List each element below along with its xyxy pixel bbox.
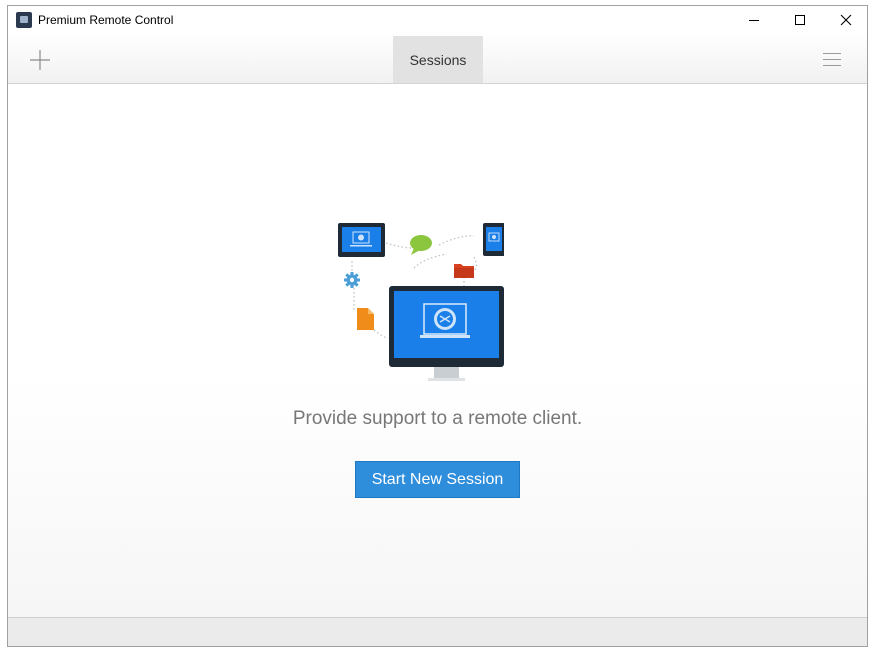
hamburger-menu-icon [823,53,841,66]
app-window: Premium Remote Control Sessions Provide … [7,5,868,647]
monitor-icon [389,286,504,381]
status-bar [8,617,867,646]
start-new-session-button[interactable]: Start New Session [355,461,520,498]
close-icon [840,14,852,26]
tab-sessions[interactable]: Sessions [393,36,483,83]
maximize-button[interactable] [777,6,823,34]
window-title: Premium Remote Control [38,13,174,27]
main-content: Provide support to a remote client. Star… [8,84,867,617]
tagline: Provide support to a remote client. [292,408,583,429]
phone-icon [483,223,504,256]
laptop-icon [338,223,385,257]
folder-icon [454,264,474,278]
file-icon [357,308,374,330]
remote-support-illustration [338,223,504,381]
title-bar[interactable]: Premium Remote Control [8,6,867,34]
close-button[interactable] [823,6,867,34]
minimize-button[interactable] [731,6,777,34]
menu-button[interactable] [821,49,843,69]
app-logo-icon [16,12,32,28]
toolbar: Sessions [8,34,867,84]
tab-sessions-label: Sessions [409,51,467,68]
add-button[interactable] [28,48,52,72]
minimize-icon [749,20,759,21]
plus-icon [30,50,50,70]
maximize-icon [795,15,805,25]
gear-icon [344,272,360,288]
chat-bubble-icon [410,235,432,255]
